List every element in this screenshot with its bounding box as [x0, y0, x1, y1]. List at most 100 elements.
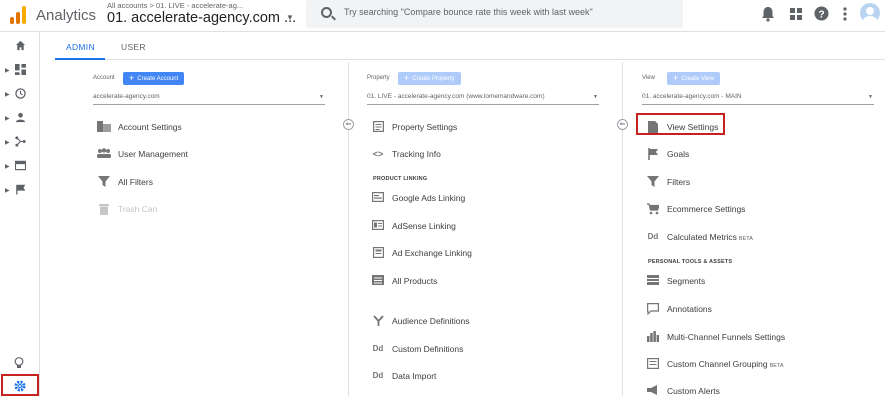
ads-icon — [371, 192, 385, 204]
chevron-down-icon: ▼ — [868, 94, 873, 100]
mcf-settings-link[interactable]: Multi-Channel Funnels Settings — [646, 330, 876, 350]
create-property-button[interactable]: + Create Property — [398, 72, 461, 85]
rail-customization[interactable]: ▶ — [0, 62, 40, 82]
dd-icon: Dd — [647, 232, 659, 241]
google-ads-linking-link[interactable]: Google Ads Linking — [371, 191, 601, 211]
custom-definitions-link[interactable]: Dd Custom Definitions — [371, 342, 601, 362]
view-settings-highlight — [636, 113, 725, 135]
left-nav-rail: ▶ ▶ ▶ ▶ ▶ ▶ — [0, 32, 40, 396]
item-label: Filters — [667, 177, 691, 187]
rail-acquisition[interactable]: ▶ — [0, 134, 40, 154]
lightbulb-icon[interactable] — [14, 357, 24, 372]
collapse-property-button[interactable]: ⇐ — [617, 119, 628, 130]
rail-audience[interactable]: ▶ — [0, 110, 40, 130]
filter-icon — [97, 176, 111, 188]
item-label: Account Settings — [118, 122, 182, 132]
custom-channel-grouping-link[interactable]: Custom Channel Grouping BETA — [646, 357, 876, 377]
rail-behavior[interactable]: ▶ — [0, 158, 40, 178]
chevron-down-icon: ▼ — [593, 94, 598, 100]
ecommerce-settings-link[interactable]: Ecommerce Settings — [646, 202, 876, 222]
product-linking-heading: PRODUCT LINKING — [373, 176, 428, 182]
adx-icon — [371, 247, 385, 259]
caret-right-icon: ▶ — [5, 140, 10, 146]
filter-icon — [646, 176, 660, 188]
fork-icon — [371, 315, 385, 327]
trash-icon — [97, 203, 111, 215]
caret-right-icon: ▶ — [5, 116, 10, 122]
analytics-logo-icon[interactable] — [10, 6, 26, 24]
chevron-down-icon: ▼ — [319, 94, 324, 100]
rail-realtime[interactable]: ▶ — [0, 86, 40, 106]
building-icon — [97, 121, 111, 133]
svg-text:?: ? — [818, 9, 824, 20]
code-icon: <> — [372, 149, 384, 159]
collapse-account-button[interactable]: ⇐ — [343, 119, 354, 130]
breadcrumb[interactable]: All accounts > 01. LIVE - accelerate-ag.… — [107, 1, 243, 10]
comment-icon — [646, 303, 660, 316]
chevron-down-icon[interactable]: ▼ — [286, 13, 294, 22]
create-view-button[interactable]: + Create View — [667, 72, 720, 85]
rail-conversions[interactable]: ▶ — [0, 182, 40, 202]
create-view-label: Create View — [681, 76, 714, 82]
admin-tabs: ADMIN USER — [55, 32, 885, 60]
tab-admin[interactable]: ADMIN — [66, 42, 95, 52]
settings-doc-icon — [371, 121, 385, 133]
filters-link[interactable]: Filters — [646, 175, 876, 195]
property-column: Property + Create Property 01. LIVE - acc… — [362, 62, 604, 396]
account-settings-link[interactable]: Account Settings — [97, 120, 327, 140]
tracking-info-link[interactable]: <> Tracking Info — [371, 147, 601, 167]
account-column: Account + Create Account accelerate-agenc… — [88, 62, 330, 396]
help-icon[interactable]: ? — [813, 6, 829, 22]
create-account-button[interactable]: + Create Account — [123, 72, 185, 85]
property-header: Property — [367, 75, 390, 81]
app-title: Analytics — [36, 7, 97, 24]
item-label: Ecommerce Settings — [667, 204, 746, 214]
segments-icon — [646, 275, 660, 287]
bars-icon — [646, 331, 660, 343]
ad-exchange-linking-link[interactable]: Ad Exchange Linking — [371, 246, 601, 266]
item-label: All Filters — [118, 177, 153, 187]
acquisition-icon — [14, 136, 26, 148]
search-input[interactable] — [344, 7, 674, 17]
item-label: Multi-Channel Funnels Settings — [667, 332, 786, 342]
property-selector[interactable]: 01. accelerate-agency.com ... — [107, 10, 296, 26]
audience-definitions-link[interactable]: Audience Definitions — [371, 314, 601, 334]
goals-link[interactable]: Goals — [646, 147, 876, 167]
account-selected-value: accelerate-agency.com — [93, 93, 160, 100]
custom-alerts-link[interactable]: Custom Alerts — [646, 384, 876, 404]
admin-gear-button[interactable] — [1, 374, 39, 396]
adsense-linking-link[interactable]: AdSense Linking — [371, 219, 601, 239]
view-select[interactable]: 01. accelerate-agency.com - MAIN ▼ — [642, 89, 874, 105]
all-filters-link[interactable]: All Filters — [97, 175, 327, 195]
item-label: Custom Channel Grouping BETA — [667, 357, 784, 373]
calculated-metrics-link[interactable]: Dd Calculated Metrics BETA — [646, 230, 876, 250]
more-vert-icon[interactable] — [837, 6, 853, 22]
search-icon — [321, 7, 332, 18]
megaphone-icon — [646, 385, 660, 397]
all-products-link[interactable]: All Products — [371, 274, 601, 294]
property-select[interactable]: 01. LIVE - accelerate-agency.com (www.lo… — [367, 89, 599, 105]
account-select[interactable]: accelerate-agency.com ▼ — [93, 89, 325, 105]
flag-icon — [646, 148, 660, 160]
item-label: Ad Exchange Linking — [392, 248, 472, 258]
property-settings-link[interactable]: Property Settings — [371, 120, 601, 140]
tab-user[interactable]: USER — [121, 42, 146, 52]
user-management-link[interactable]: User Management — [97, 147, 327, 167]
avatar[interactable] — [860, 3, 880, 23]
item-label: Tracking Info — [392, 149, 441, 159]
rail-home[interactable] — [0, 38, 40, 58]
item-label: Property Settings — [392, 122, 458, 132]
top-bar: Analytics All accounts > 01. LIVE - acce… — [0, 0, 885, 32]
data-import-link[interactable]: Dd Data Import — [371, 369, 601, 389]
segments-link[interactable]: Segments — [646, 274, 876, 294]
beta-badge: BETA — [769, 363, 784, 369]
item-label: Data Import — [392, 371, 437, 381]
apps-grid-icon[interactable] — [788, 6, 804, 22]
annotations-link[interactable]: Annotations — [646, 302, 876, 322]
bell-icon[interactable] — [760, 6, 776, 22]
item-label: Annotations — [667, 304, 712, 314]
dd-icon: Dd — [372, 371, 384, 380]
caret-right-icon: ▶ — [5, 164, 10, 170]
item-label: AdSense Linking — [392, 221, 456, 231]
search-bar[interactable] — [306, 0, 683, 28]
